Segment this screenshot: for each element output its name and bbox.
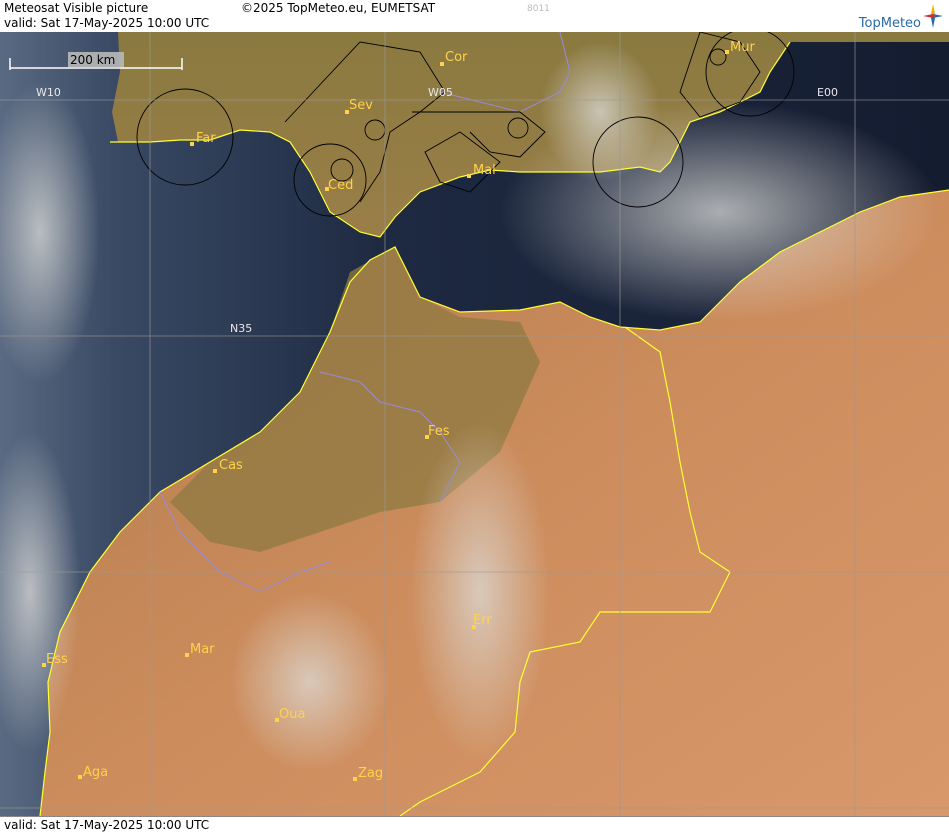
valid-time-footer: valid: Sat 17-May-2025 10:00 UTC [4,818,210,832]
valid-time-header: valid: Sat 17-May-2025 10:00 UTC [4,16,210,30]
city-label-zag: Zag [358,766,383,781]
footer-bar: valid: Sat 17-May-2025 10:00 UTC [0,816,949,833]
city-label-aga: Aga [83,765,108,780]
grid-label-n35: N35 [230,322,252,335]
cloud-band [540,42,660,182]
city-label-ced: Ced [328,178,353,193]
logo-text: TopMeteo [858,16,921,31]
city-label-mur: Mur [730,40,755,55]
scale-label: 200 km [70,53,115,67]
topmeteo-logo[interactable]: TopMeteo [835,2,945,31]
page-title: Meteosat Visible picture [4,1,149,15]
city-label-cas: Cas [219,458,243,473]
city-label-sev: Sev [349,98,373,113]
satellite-viewer: Meteosat Visible picture ©2025 TopMeteo.… [0,0,949,833]
cloud-band [230,592,390,772]
image-code: 8011 [527,4,550,14]
satellite-map[interactable]: W10 W05 E00 N35 200 km Cor Mur Sev Far C… [0,32,949,816]
grid-label-w05: W05 [428,86,453,99]
compass-star-icon [923,4,943,28]
grid-label-e00: E00 [817,86,838,99]
grid-label-w10: W10 [36,86,61,99]
city-label-err: Err [473,613,492,628]
city-label-oua: Oua [279,707,305,722]
city-label-ess: Ess [46,652,68,667]
city-label-fes: Fes [428,424,450,439]
copyright-notice: ©2025 TopMeteo.eu, EUMETSAT [241,1,436,15]
city-label-mal: Mal [473,163,496,178]
header-bar: Meteosat Visible picture ©2025 TopMeteo.… [0,0,949,33]
city-label-cor: Cor [445,50,468,65]
city-label-mar: Mar [190,642,215,657]
cloud-band [410,422,550,762]
city-label-far: Far [196,131,216,146]
